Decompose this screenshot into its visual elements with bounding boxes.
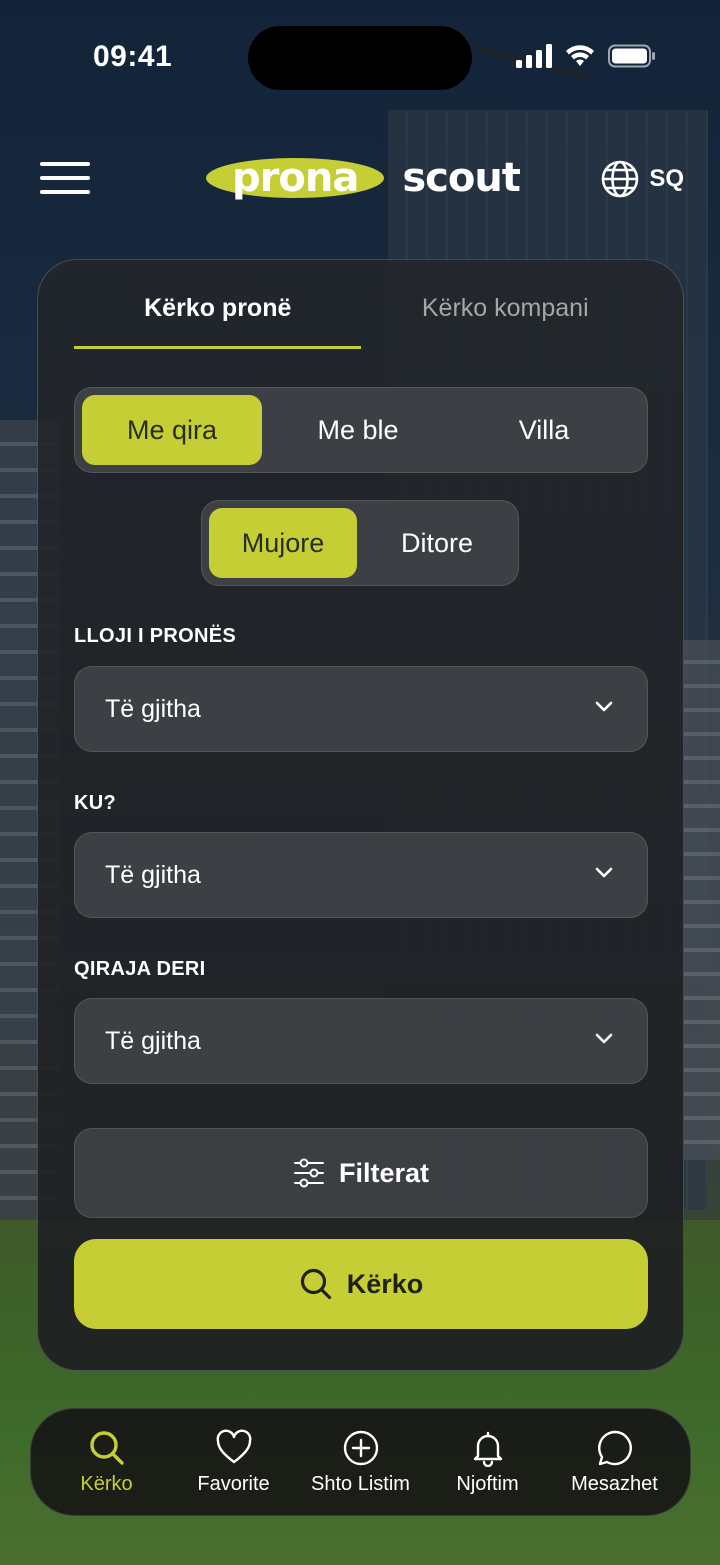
chevron-down-icon [595, 1033, 613, 1044]
plus-circle-icon [343, 1430, 378, 1465]
status-time: 09:41 [93, 40, 173, 73]
chat-icon [597, 1430, 632, 1465]
option-villa[interactable]: Villa [454, 395, 634, 465]
search-card: Kërko pronë Kërko kompani Me qira Me ble… [37, 259, 684, 1371]
logo-prona: prona [206, 158, 385, 198]
option-daily[interactable]: Ditore [363, 508, 511, 578]
heart-icon [216, 1429, 251, 1463]
rent-period-toggle: Mujore Ditore [201, 500, 519, 586]
bell-icon [473, 1431, 502, 1467]
search-button[interactable]: Kërko [74, 1239, 648, 1329]
property-type-label: LLOJI I PRONËS [74, 625, 237, 647]
nav-item-messages[interactable]: Mesazhet [553, 1429, 677, 1496]
filters-button[interactable]: Filterat [74, 1128, 648, 1218]
nav-label-messages: Mesazhet [571, 1472, 658, 1495]
wifi-icon [566, 45, 594, 66]
nav-item-favorites[interactable]: Favorite [172, 1429, 296, 1496]
location-label: KU? [74, 792, 117, 814]
status-bar: 09:41 [0, 0, 720, 110]
tab-search-company[interactable]: Kërko kompani [362, 290, 650, 350]
location-value: Të gjitha [105, 861, 201, 889]
hamburger-menu-icon[interactable] [40, 162, 90, 198]
search-icon [300, 1268, 331, 1300]
nav-label-favorites: Favorite [197, 1472, 270, 1495]
search-icon [89, 1430, 124, 1465]
nav-label-search: Kërko [80, 1472, 133, 1495]
logo-scout: scout [402, 155, 521, 201]
search-tabs: Kërko pronë Kërko kompani [74, 290, 649, 350]
max-rent-label: QIRAJA DERI [74, 958, 206, 980]
language-switcher[interactable]: SQ [601, 160, 684, 198]
max-rent-value: Të gjitha [105, 1027, 201, 1055]
chevron-down-icon [595, 701, 613, 712]
battery-icon [608, 44, 655, 68]
sliders-icon [293, 1158, 324, 1188]
filters-label: Filterat [338, 1157, 430, 1188]
nav-label-notifications: Njoftim [456, 1472, 519, 1495]
background-building-right [680, 640, 720, 1160]
status-icons [516, 44, 656, 68]
nav-item-add-listing[interactable]: Shto Listim [299, 1429, 423, 1496]
option-monthly[interactable]: Mujore [209, 508, 357, 578]
active-tab-indicator [74, 346, 361, 349]
tab-search-property[interactable]: Kërko pronë [74, 290, 362, 350]
nav-item-notifications[interactable]: Njoftim [426, 1429, 550, 1496]
dynamic-island [248, 26, 472, 90]
globe-icon [602, 160, 639, 198]
max-rent-select[interactable]: Të gjitha [74, 998, 648, 1084]
property-type-value: Të gjitha [105, 695, 201, 723]
prona-scout-logo: prona scout [206, 154, 521, 202]
option-buy[interactable]: Me ble [268, 395, 448, 465]
signal-icon [516, 44, 552, 68]
property-type-select[interactable]: Të gjitha [74, 666, 648, 752]
bottom-navigation: Kërko Favorite Shto Listim Njoftim Mesaz… [30, 1408, 691, 1516]
nav-label-add-listing: Shto Listim [311, 1472, 410, 1495]
listing-type-toggle: Me qira Me ble Villa [74, 387, 648, 473]
chevron-down-icon [595, 867, 613, 878]
app-header: prona scout SQ [0, 150, 720, 210]
location-select[interactable]: Të gjitha [74, 832, 648, 918]
search-label: Kërko [346, 1268, 424, 1299]
language-code: SQ [649, 165, 684, 192]
option-rent[interactable]: Me qira [82, 395, 262, 465]
nav-item-search[interactable]: Kërko [45, 1429, 169, 1496]
